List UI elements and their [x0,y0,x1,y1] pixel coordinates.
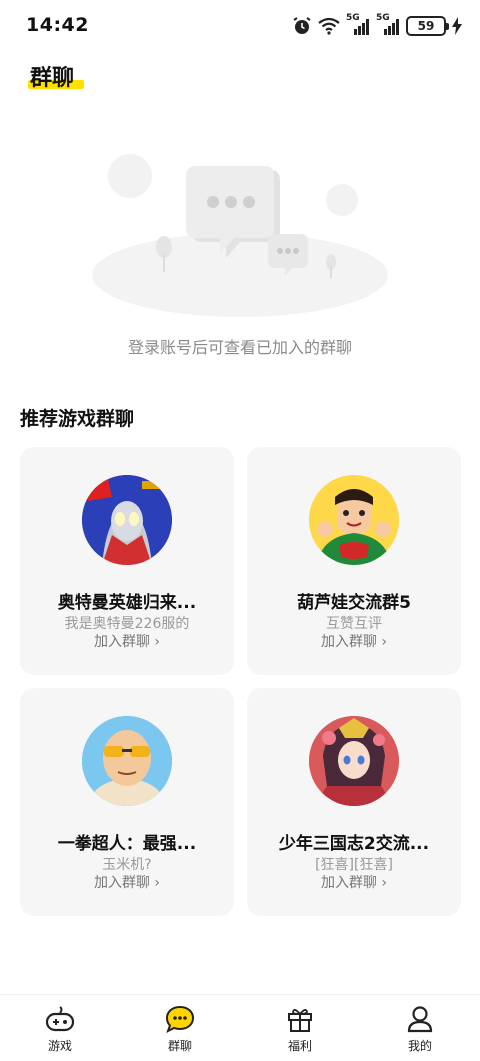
nav-label-chat: 群聊 [167,1039,192,1053]
nav-item-profile[interactable]: 我的 [360,995,480,1061]
calabash-brothers-avatar [309,475,399,565]
status-bar: 14:42 5G 5G 59 [0,0,480,52]
group-desc: 我是奥特曼226服的 [64,616,190,632]
chat-bubbles-illustration [92,154,388,317]
nav-label-games: 游戏 [47,1039,72,1053]
nav-label-profile: 我的 [407,1039,432,1053]
join-group-link[interactable]: 加入群聊 › [28,872,226,892]
empty-state-message: 登录账号后可查看已加入的群聊 [127,338,352,357]
wifi-icon [318,17,340,35]
nav-item-welfare[interactable]: 福利 [240,995,360,1061]
bottom-nav: 游戏 群聊 福利 我的 [0,994,480,1061]
gamepad-icon [45,1006,75,1032]
group-desc: 玉米机? [102,857,152,873]
group-card[interactable]: 奥特曼英雄归来... 我是奥特曼226服的 加入群聊 › [20,447,234,675]
status-time: 14:42 [26,14,89,36]
gift-icon [288,1009,312,1032]
group-desc: 互赞互评 [326,616,382,632]
group-card[interactable]: 葫芦娃交流群5 互赞互评 加入群聊 › [247,447,461,675]
one-punch-man-avatar [82,716,172,806]
user-icon [407,1006,433,1033]
group-name: 一拳超人：最强... [57,834,197,854]
status-icons: 5G 5G 59 [292,13,462,38]
group-desc: [狂喜][狂喜] [315,857,393,873]
ultraman-avatar [82,475,172,565]
group-name: 少年三国志2交流... [278,834,430,854]
group-card[interactable]: 一拳超人：最强... 玉米机? 加入群聊 › [20,688,234,916]
nav-item-chat[interactable]: 群聊 [120,995,240,1061]
join-group-link[interactable]: 加入群聊 › [28,631,226,651]
join-group-link[interactable]: 加入群聊 › [255,872,453,892]
battery-level: 59 [417,19,435,33]
group-name: 奥特曼英雄归来... [57,593,197,613]
three-kingdoms-avatar [309,716,399,806]
group-name: 葫芦娃交流群5 [297,593,411,613]
section-title: 推荐游戏群聊 [20,408,135,430]
page-title: 群聊 [30,66,75,91]
charging-icon [452,17,462,35]
battery-icon: 59 [406,16,449,36]
nav-label-welfare: 福利 [287,1039,312,1053]
group-card[interactable]: 少年三国志2交流... [狂喜][狂喜] 加入群聊 › [247,688,461,916]
join-group-link[interactable]: 加入群聊 › [255,631,453,651]
signal-5g-icon: 5G [346,13,370,36]
chat-icon [165,1005,195,1033]
page-header: 群聊 [28,60,84,92]
alarm-icon [293,17,311,34]
signal-5g-icon: 5G [376,13,400,36]
nav-item-games[interactable]: 游戏 [0,995,120,1061]
